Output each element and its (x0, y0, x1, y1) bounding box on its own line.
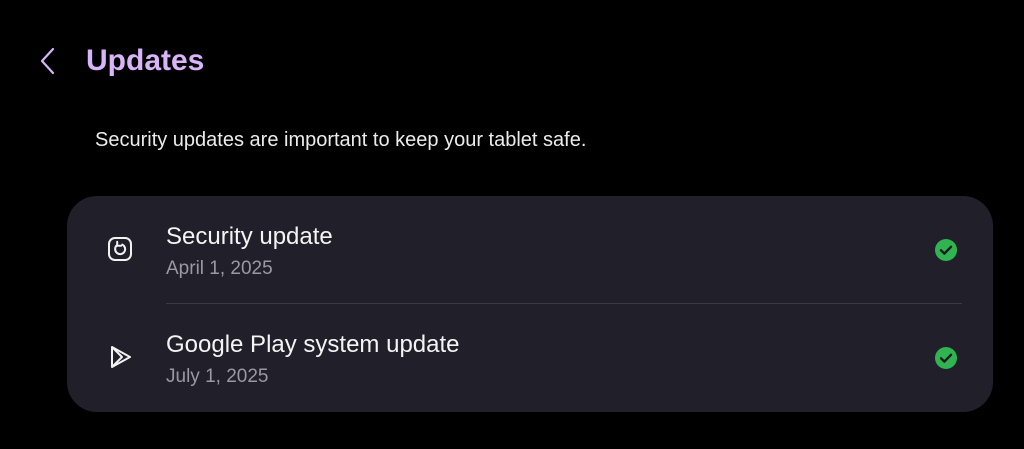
check-circle-icon (935, 347, 957, 369)
google-play-update-title: Google Play system update (166, 331, 460, 358)
back-button[interactable] (30, 40, 66, 82)
updates-screen: Updates Security updates are important t… (0, 0, 1024, 449)
security-update-title: Security update (166, 223, 333, 250)
chevron-left-icon (40, 47, 55, 75)
updates-card: Security update April 1, 2025 Google Pla… (67, 196, 993, 412)
security-description: Security updates are important to keep y… (95, 129, 587, 151)
security-update-date: April 1, 2025 (166, 258, 273, 279)
google-play-icon (105, 342, 135, 372)
google-play-system-update-item[interactable]: Google Play system update July 1, 2025 (67, 304, 993, 412)
security-refresh-icon (105, 234, 135, 264)
check-circle-icon (935, 239, 957, 261)
google-play-update-date: July 1, 2025 (166, 366, 269, 387)
security-update-item[interactable]: Security update April 1, 2025 (67, 196, 993, 304)
page-title: Updates (86, 44, 205, 77)
header: Updates (0, 0, 1024, 120)
